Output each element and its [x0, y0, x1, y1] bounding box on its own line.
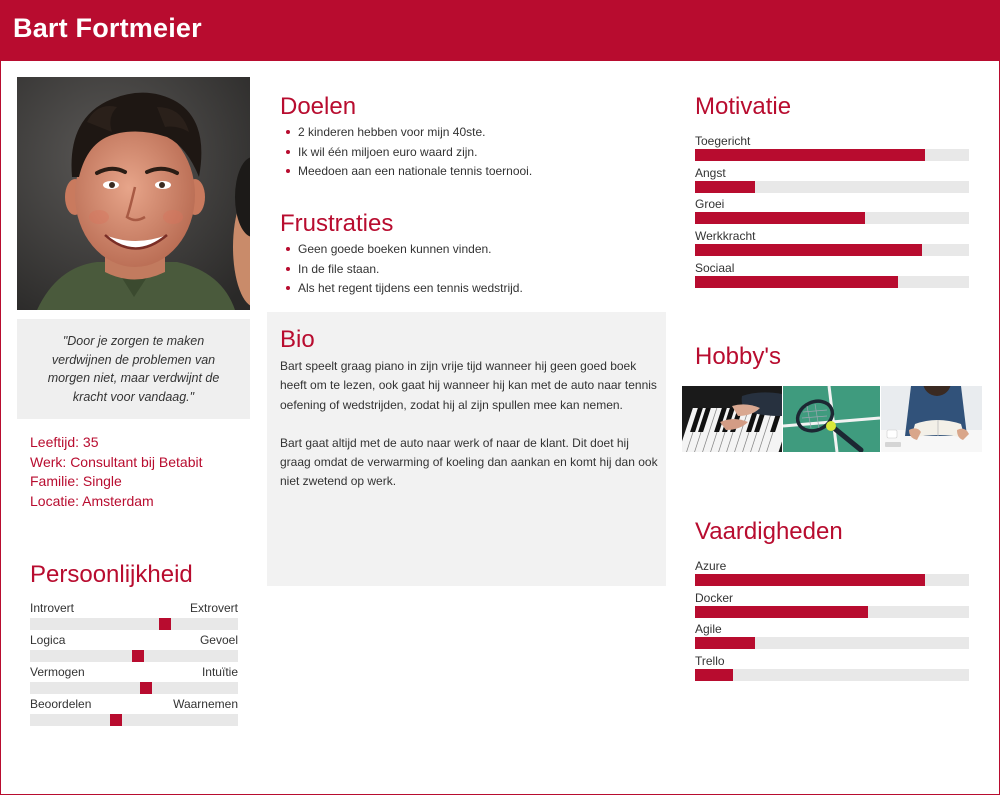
meter-track — [695, 606, 969, 618]
meter-label: Werkkracht — [695, 229, 756, 243]
skill-meter: Azure — [695, 559, 969, 586]
scale-track — [30, 682, 238, 694]
scale-marker — [110, 714, 122, 726]
scale-left-label: Introvert — [30, 601, 75, 615]
scale-right-label: Gevoel — [199, 633, 238, 647]
info-family: Familie: Single — [30, 473, 122, 489]
list-item: In de file staan. — [280, 260, 523, 280]
list-item: Als het regent tijdens een tennis wedstr… — [280, 279, 523, 299]
meter-fill — [695, 276, 898, 288]
meter-label: Toegericht — [695, 134, 751, 148]
persona-card: Bart Fortmeier "Door je zorgen te maken … — [0, 0, 1000, 795]
skill-meter: Docker — [695, 591, 969, 618]
piano-illustration — [682, 386, 782, 452]
scale-track — [30, 618, 238, 630]
info-work: Werk: Consultant bij Betabit — [30, 453, 203, 470]
goals-list: 2 kinderen hebben voor mijn 40ste. Ik wi… — [280, 123, 532, 182]
scale-right-label: Intuïtie — [201, 665, 238, 679]
scale-track — [30, 650, 238, 662]
meter-track — [695, 149, 969, 161]
list-item: Geen goede boeken kunnen vinden. — [280, 240, 523, 260]
portrait-illustration — [17, 77, 250, 310]
info-location: Locatie: Amsterdam — [30, 492, 154, 509]
motivation-meter: Sociaal — [695, 261, 969, 288]
tennis-illustration — [783, 386, 880, 452]
hobby-image-reading — [881, 386, 982, 452]
frustrations-title: Frustraties — [280, 210, 394, 237]
bio-paragraph: Bart speelt graag piano in zijn vrije ti… — [280, 359, 657, 412]
personality-scale-vermogen-intuitie: Vermogen Intuïtie — [30, 665, 238, 694]
bio-title: Bio — [280, 326, 315, 353]
meter-track — [695, 181, 969, 193]
meter-fill — [695, 244, 923, 256]
meter-track — [695, 276, 969, 288]
meter-fill — [695, 637, 756, 649]
meter-fill — [695, 149, 926, 161]
scale-right-label: Extrovert — [189, 601, 238, 615]
personality-title: Persoonlijkheid — [30, 561, 193, 588]
motivation-meter: Groei — [695, 197, 969, 224]
persona-name: Bart Fortmeier — [13, 13, 202, 43]
meter-fill — [695, 212, 865, 224]
skill-meter: Agile — [695, 622, 969, 649]
meter-track — [695, 574, 969, 586]
header-bar: Bart Fortmeier — [1, 1, 999, 61]
scale-track — [30, 714, 238, 726]
bio-text: Bart speelt graag piano in zijn vrije ti… — [280, 357, 660, 511]
scale-left-label: Logica — [30, 633, 66, 647]
quote-text: "Door je zorgen te maken verdwijnen de p… — [47, 334, 220, 404]
hobby-image-tennis — [783, 386, 880, 452]
personality-scale-logica-gevoel: Logica Gevoel — [30, 633, 238, 662]
meter-fill — [695, 574, 926, 586]
meter-fill — [695, 669, 734, 681]
scale-marker — [140, 682, 152, 694]
meter-track — [695, 669, 969, 681]
list-item: Meedoen aan een nationale tennis toernoo… — [280, 162, 532, 182]
bio-paragraph: Bart gaat altijd met de auto naar werk o… — [280, 435, 658, 489]
motivation-meter: Werkkracht — [695, 229, 969, 256]
meter-label: Groei — [695, 197, 725, 211]
scale-left-label: Beoordelen — [30, 697, 92, 711]
meter-track — [695, 637, 969, 649]
scale-marker — [159, 618, 171, 630]
meter-label: Trello — [695, 654, 725, 668]
scale-marker — [132, 650, 144, 662]
personality-scale-introvert-extrovert: Introvert Extrovert — [30, 601, 238, 630]
hobby-image-piano — [682, 386, 782, 452]
scale-right-label: Waarnemen — [173, 697, 238, 711]
meter-label: Agile — [695, 622, 722, 636]
meter-label: Azure — [695, 559, 727, 573]
meter-track — [695, 212, 969, 224]
motivation-meter: Toegericht — [695, 134, 969, 161]
frustrations-list: Geen goede boeken kunnen vinden. In de f… — [280, 240, 523, 299]
skill-meter: Trello — [695, 654, 969, 681]
motivation-meter: Angst — [695, 166, 969, 193]
meter-label: Angst — [695, 166, 726, 180]
hobbies-title: Hobby's — [695, 343, 781, 370]
meter-label: Sociaal — [695, 261, 735, 275]
meter-track — [695, 244, 969, 256]
meter-fill — [695, 181, 756, 193]
goals-title: Doelen — [280, 93, 357, 120]
list-item: 2 kinderen hebben voor mijn 40ste. — [280, 123, 532, 143]
persona-quote: "Door je zorgen te maken verdwijnen de p… — [17, 319, 250, 419]
info-age: Leeftijd: 35 — [30, 434, 99, 450]
profile-photo — [17, 77, 250, 310]
skills-title: Vaardigheden — [695, 518, 843, 545]
motivation-title: Motivatie — [695, 93, 792, 120]
list-item: Ik wil één miljoen euro waard zijn. — [280, 143, 532, 163]
reading-illustration — [881, 386, 982, 452]
meter-fill — [695, 606, 868, 618]
scale-left-label: Vermogen — [30, 665, 85, 679]
personality-scale-beoordelen-waarnemen: Beoordelen Waarnemen — [30, 697, 238, 726]
persona-info: Leeftijd: 35 Werk: Consultant bij Betabi… — [30, 433, 203, 511]
meter-label: Docker — [695, 591, 734, 605]
